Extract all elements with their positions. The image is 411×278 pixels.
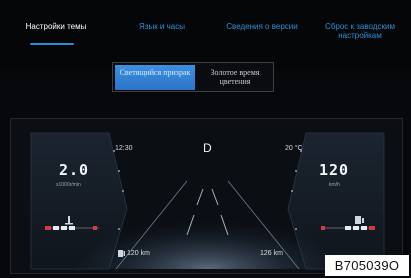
tab-language-clock[interactable]: Язык и часы — [122, 22, 202, 31]
speedometer-unit: km/h — [329, 182, 340, 188]
figure-code-label: B705039O — [325, 255, 409, 276]
tachometer-value: 2.0 — [59, 161, 90, 179]
settings-tab-bar: Настройки темы Язык и часы Сведения о ве… — [0, 0, 411, 70]
tab-factory-reset[interactable]: Сброс к заводским настройкам — [314, 22, 406, 40]
active-tab-indicator — [30, 43, 74, 45]
remaining-range: 120 km — [127, 250, 150, 257]
odometer: 126 km — [260, 250, 283, 257]
coolant-temp-gauge — [45, 216, 99, 230]
theme-option-glowing-ghost[interactable]: Светящийся призрак — [115, 65, 195, 90]
outside-temperature: 20 °C — [285, 145, 303, 152]
coolant-temp-icon — [65, 216, 73, 225]
speedometer-value: 120 — [319, 161, 350, 179]
fuel-level-gauge — [321, 216, 375, 230]
theme-selector: Светящийся призрак Золотое время цветени… — [112, 62, 274, 92]
tachometer-unit: x1000r/min — [56, 182, 81, 188]
tab-theme-settings[interactable]: Настройки темы — [14, 22, 98, 31]
gear-indicator: D — [203, 141, 212, 155]
clock-readout: 12:30 — [115, 145, 133, 152]
tab-version-info[interactable]: Сведения о версии — [218, 22, 306, 31]
fuel-pump-icon — [355, 216, 364, 224]
cluster-theme-preview: 12:30 D 20 °C 2.0 x1000r/min 120 km/h 12… — [10, 118, 403, 274]
range-fuel-icon — [118, 250, 125, 257]
theme-option-golden-bloom[interactable]: Золотое время цветения — [197, 65, 273, 90]
